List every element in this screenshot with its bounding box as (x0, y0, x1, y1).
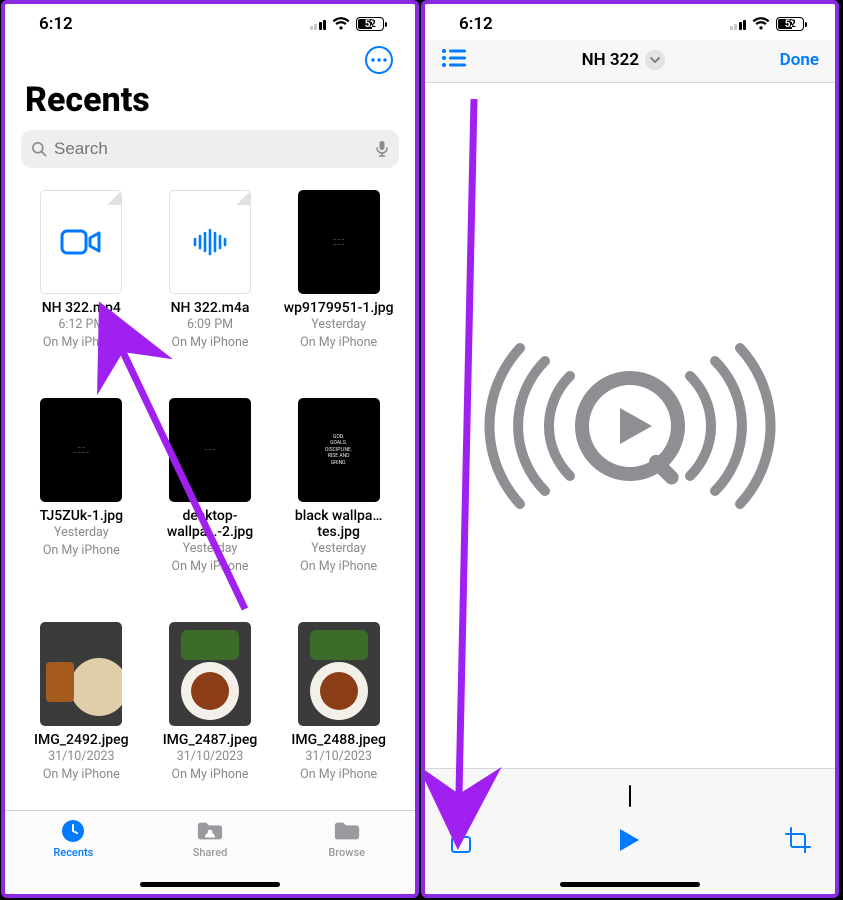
file-name: desktop-wallpa…-2.jpg (148, 508, 273, 540)
tab-label: Browse (328, 846, 365, 859)
video-file-icon (40, 190, 122, 294)
image-thumbnail (298, 622, 380, 726)
file-name: IMG_2488.jpeg (291, 732, 386, 748)
file-item[interactable]: NH 322.m4a 6:09 PM On My iPhone (148, 190, 273, 378)
file-name: NH 322.mp4 (42, 300, 121, 316)
audio-placeholder-icon (460, 336, 800, 516)
battery-icon: 52 (776, 17, 807, 31)
file-item[interactable]: IMG_2487.jpeg 31/10/2023 On My iPhone (148, 622, 273, 810)
file-location: On My iPhone (43, 335, 120, 352)
files-app-screen: 6:12 52 Recents NH 322.mp4 6:12 PM On (1, 0, 419, 898)
image-thumbnail: — — —— — — (298, 190, 380, 294)
files-grid: NH 322.mp4 6:12 PM On My iPhone NH 322.m… (5, 178, 415, 810)
file-location: On My iPhone (300, 767, 377, 784)
list-button[interactable] (441, 48, 467, 72)
wifi-icon (752, 17, 770, 31)
done-button[interactable]: Done (780, 50, 819, 70)
status-bar: 6:12 52 (425, 4, 835, 40)
file-time: Yesterday (311, 541, 366, 558)
file-name: wp9179951-1.jpg (284, 300, 394, 316)
home-indicator[interactable] (140, 882, 280, 887)
playhead-icon (629, 785, 631, 807)
clock-icon (59, 819, 87, 843)
image-thumbnail: — — — (169, 398, 251, 502)
file-item[interactable]: IMG_2488.jpeg 31/10/2023 On My iPhone (276, 622, 401, 810)
file-time: 6:12 PM (58, 317, 104, 334)
tab-label: Shared (193, 846, 228, 859)
file-location: On My iPhone (171, 767, 248, 784)
battery-icon: 52 (356, 17, 387, 31)
folder-icon (333, 819, 361, 843)
file-item[interactable]: — —— — — — TJ5ZUk-1.jpg Yesterday On My … (19, 398, 144, 602)
file-location: On My iPhone (300, 335, 377, 352)
file-name: black wallpa…tes.jpg (276, 508, 401, 540)
microphone-icon[interactable] (375, 140, 389, 158)
file-name: IMG_2492.jpeg (34, 732, 129, 748)
more-options-button[interactable] (365, 46, 393, 74)
file-name: IMG_2487.jpeg (163, 732, 258, 748)
image-thumbnail (169, 622, 251, 726)
status-bar: 6:12 52 (5, 4, 415, 40)
tab-label: Recents (53, 846, 93, 859)
file-name: TJ5ZUk-1.jpg (40, 508, 124, 524)
preview-body (425, 83, 835, 768)
preview-header: NH 322 Done (425, 40, 835, 83)
image-thumbnail: — —— — — — (40, 398, 122, 502)
play-button[interactable] (617, 827, 641, 857)
cellular-signal-icon (730, 18, 747, 30)
crop-rotate-button[interactable] (785, 827, 811, 857)
media-preview-screen: 6:12 52 NH 322 Done (421, 0, 839, 898)
shared-folder-icon (196, 819, 224, 843)
file-location: On My iPhone (300, 559, 377, 576)
status-time: 6:12 (459, 14, 493, 34)
file-location: On My iPhone (171, 559, 248, 576)
file-item[interactable]: GOD. GOALS. DISCIPLINE. RISE AND GRIND. … (276, 398, 401, 602)
wifi-icon (332, 17, 350, 31)
image-thumbnail (40, 622, 122, 726)
file-time: Yesterday (54, 525, 109, 542)
preview-title: NH 322 (582, 50, 639, 70)
file-time: 31/10/2023 (177, 749, 244, 766)
file-time: 31/10/2023 (305, 749, 372, 766)
file-location: On My iPhone (171, 335, 248, 352)
search-icon (31, 141, 47, 157)
file-item[interactable]: — — —— — — wp9179951-1.jpg Yesterday On … (276, 190, 401, 378)
share-button[interactable] (449, 825, 473, 859)
file-time: 6:09 PM (187, 317, 233, 334)
search-input[interactable] (54, 139, 368, 159)
file-time: 31/10/2023 (48, 749, 115, 766)
file-item[interactable]: NH 322.mp4 6:12 PM On My iPhone (19, 190, 144, 378)
image-thumbnail: GOD. GOALS. DISCIPLINE. RISE AND GRIND. (298, 398, 380, 502)
file-location: On My iPhone (43, 767, 120, 784)
timeline-scrubber[interactable] (425, 783, 835, 809)
home-indicator[interactable] (560, 882, 700, 887)
search-field[interactable] (21, 130, 399, 168)
chevron-down-icon[interactable] (645, 50, 665, 70)
file-item[interactable]: IMG_2492.jpeg 31/10/2023 On My iPhone (19, 622, 144, 810)
preview-toolbar (425, 768, 835, 894)
file-time: Yesterday (183, 541, 238, 558)
file-location: On My iPhone (43, 543, 120, 560)
cellular-signal-icon (310, 18, 327, 30)
file-time: Yesterday (311, 317, 366, 334)
audio-file-icon (169, 190, 251, 294)
status-time: 6:12 (39, 14, 73, 34)
page-title: Recents (5, 74, 415, 130)
file-item[interactable]: — — — desktop-wallpa…-2.jpg Yesterday On… (148, 398, 273, 602)
file-name: NH 322.m4a (171, 300, 250, 316)
